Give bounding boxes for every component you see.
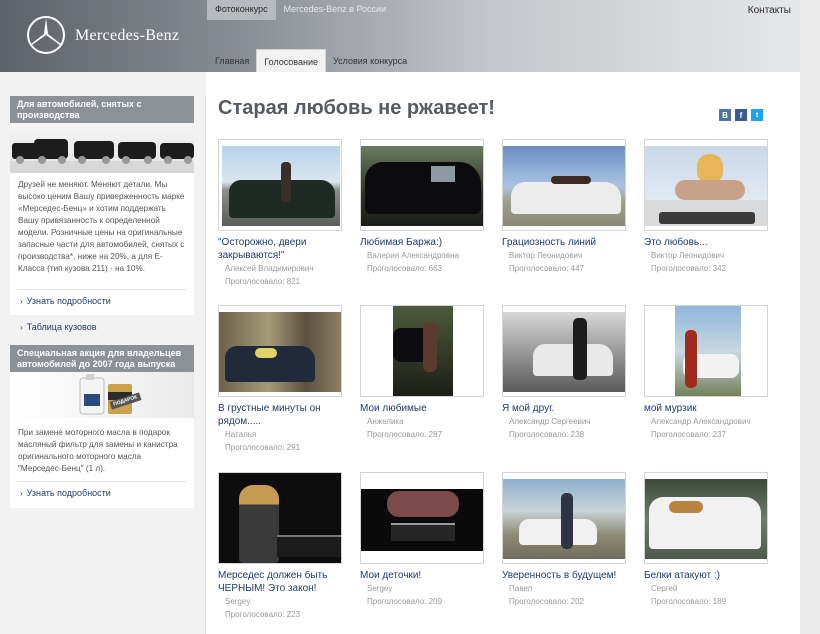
card-votes: Проголосовало: 238	[509, 430, 585, 439]
card-votes: Проголосовало: 291	[225, 443, 301, 452]
photo-thumbnail[interactable]	[644, 472, 768, 564]
sidebar-box1-divider	[18, 289, 186, 290]
card-votes: Проголосовало: 202	[509, 597, 585, 606]
chevron-right-icon: ›	[20, 489, 23, 498]
photo-card[interactable]: В грустные минуты он рядом..... Наталья …	[218, 305, 344, 454]
card-author: Виктор Леонидович	[651, 251, 725, 260]
photo-card[interactable]: Грациозность линий Виктор Леонидович Про…	[502, 139, 628, 275]
photo-card[interactable]: Белки атакуют :) Сергей Проголосовало: 1…	[644, 472, 770, 608]
card-title[interactable]: Грациозность линий	[502, 236, 628, 249]
social-share: В f t	[719, 109, 763, 121]
chevron-right-icon: ›	[20, 323, 23, 332]
card-author: Павел	[509, 584, 533, 593]
sidebar-divider-line	[205, 96, 206, 634]
facebook-icon[interactable]: f	[735, 109, 747, 121]
photo-card[interactable]: Мерседес должен быть ЧЕРНЫМ! Это закон! …	[218, 472, 344, 621]
photo-card[interactable]: Я мой друг. Александр Сергеевич Проголос…	[502, 305, 628, 441]
photo-card[interactable]: Уверенность в будущем! Павел Проголосова…	[502, 472, 628, 608]
sidebar-box1-link-label: Узнать подробности	[26, 296, 111, 306]
photo-card[interactable]: Любимая Баржа:) Валерия Александровна Пр…	[360, 139, 486, 275]
card-votes: Проголосовало: 342	[651, 264, 727, 273]
photo-thumbnail[interactable]	[360, 139, 484, 231]
photo-thumbnail[interactable]	[502, 472, 626, 564]
tab-home[interactable]: Главная	[208, 49, 256, 72]
photo-card[interactable]: Мои любимые Анжелика Проголосовало: 287	[360, 305, 486, 441]
photo-thumbnail[interactable]	[360, 305, 484, 397]
photo-thumbnail[interactable]	[360, 472, 484, 564]
card-author: Анжелика	[367, 417, 404, 426]
sidebar-box1-title: Для автомобилей, снятых с производства	[10, 96, 194, 123]
photo-card[interactable]: Мои деточки! Sergey Проголосовало: 209	[360, 472, 486, 608]
twitter-icon[interactable]: t	[751, 109, 763, 121]
sidebar-cars-image	[10, 123, 194, 173]
photo-thumbnail[interactable]	[218, 139, 342, 231]
sub-nav: Главная Голосование Условия конкурса	[208, 49, 414, 72]
photo-thumbnail[interactable]	[218, 472, 342, 564]
photo-thumbnail[interactable]	[644, 139, 768, 231]
sidebar-body-table-label: Таблица кузовов	[26, 322, 97, 332]
card-author: Sergey	[225, 597, 251, 606]
sidebar-box2-link-label: Узнать подробности	[26, 488, 111, 498]
sidebar-box2-more-link[interactable]: › Узнать подробности	[20, 488, 111, 498]
card-author: Александр Сергеевич	[509, 417, 591, 426]
sidebar-box2-title: Специальная акция для владельцев автомоб…	[10, 345, 194, 372]
card-votes: Проголосовало: 663	[367, 264, 443, 273]
card-author: Виктор Леонидович	[509, 251, 583, 260]
card-author: Алексей Владимирович	[225, 264, 314, 273]
card-votes: Проголосовало: 821	[225, 277, 301, 286]
photo-thumbnail[interactable]	[502, 139, 626, 231]
card-title[interactable]: Уверенность в будущем!	[502, 569, 628, 582]
brand-name[interactable]: Mercedes-Benz	[75, 27, 179, 45]
sidebar-oil-image: ПОДАРОК	[10, 372, 194, 418]
photo-card[interactable]: Это любовь... Виктор Леонидович Проголос…	[644, 139, 770, 275]
sidebar-body-table-link[interactable]: › Таблица кузовов	[20, 322, 97, 332]
top-nav: Фотоконкурс Mercedes-Benz в России	[207, 0, 394, 20]
sidebar-box1-more-link[interactable]: › Узнать подробности	[20, 296, 111, 306]
card-votes: Проголосовало: 287	[367, 430, 443, 439]
card-votes: Проголосовало: 223	[225, 610, 301, 619]
site-header: Mercedes-Benz Фотоконкурс Mercedes-Benz …	[0, 0, 820, 72]
sidebar-box2-text: При замене моторного масла в подарок мас…	[10, 427, 194, 475]
topnav-photo-contest[interactable]: Фотоконкурс	[207, 0, 276, 20]
card-author: Александр Александрович	[651, 417, 751, 426]
tab-voting[interactable]: Голосование	[256, 49, 326, 72]
card-title[interactable]: Это любовь...	[644, 236, 770, 249]
sidebar-box1-text: Друзей не меняют. Меняют детали. Мы высо…	[10, 179, 194, 275]
card-title[interactable]: Белки атакуют :)	[644, 569, 770, 582]
card-title[interactable]: Мои деточки!	[360, 569, 486, 582]
page-right-margin	[800, 0, 820, 634]
contacts-link[interactable]: Контакты	[748, 5, 791, 16]
card-title[interactable]: "Осторожно, двери закрываются!"	[218, 236, 344, 262]
photo-thumbnail[interactable]	[502, 305, 626, 397]
card-votes: Проголосовало: 237	[651, 430, 727, 439]
photo-thumbnail[interactable]	[644, 305, 768, 397]
tab-contest-rules[interactable]: Условия конкурса	[326, 49, 414, 72]
card-votes: Проголосовало: 189	[651, 597, 727, 606]
card-votes: Проголосовало: 209	[367, 597, 443, 606]
photo-thumbnail[interactable]	[218, 305, 342, 397]
card-title[interactable]: В грустные минуты он рядом.....	[218, 402, 344, 428]
vk-icon[interactable]: В	[719, 109, 731, 121]
chevron-right-icon: ›	[20, 297, 23, 306]
topnav-mercedes-russia[interactable]: Mercedes-Benz в России	[276, 0, 394, 20]
sidebar-box2-divider	[18, 481, 186, 482]
photo-card[interactable]: мой мурзик Александр Александрович Прого…	[644, 305, 770, 441]
mercedes-star-logo[interactable]	[26, 15, 66, 55]
card-title[interactable]: мой мурзик	[644, 402, 770, 415]
card-author: Сергей	[651, 584, 678, 593]
card-title[interactable]: Мерседес должен быть ЧЕРНЫМ! Это закон!	[218, 569, 344, 595]
card-title[interactable]: Любимая Баржа:)	[360, 236, 486, 249]
photo-card[interactable]: "Осторожно, двери закрываются!" Алексей …	[218, 139, 344, 288]
card-title[interactable]: Мои любимые	[360, 402, 486, 415]
card-author: Sergey	[367, 584, 393, 593]
card-author: Наталья	[225, 430, 257, 439]
card-title[interactable]: Я мой друг.	[502, 402, 628, 415]
page-title: Старая любовь не ржавеет!	[218, 97, 495, 119]
card-votes: Проголосовало: 447	[509, 264, 585, 273]
card-author: Валерия Александровна	[367, 251, 459, 260]
